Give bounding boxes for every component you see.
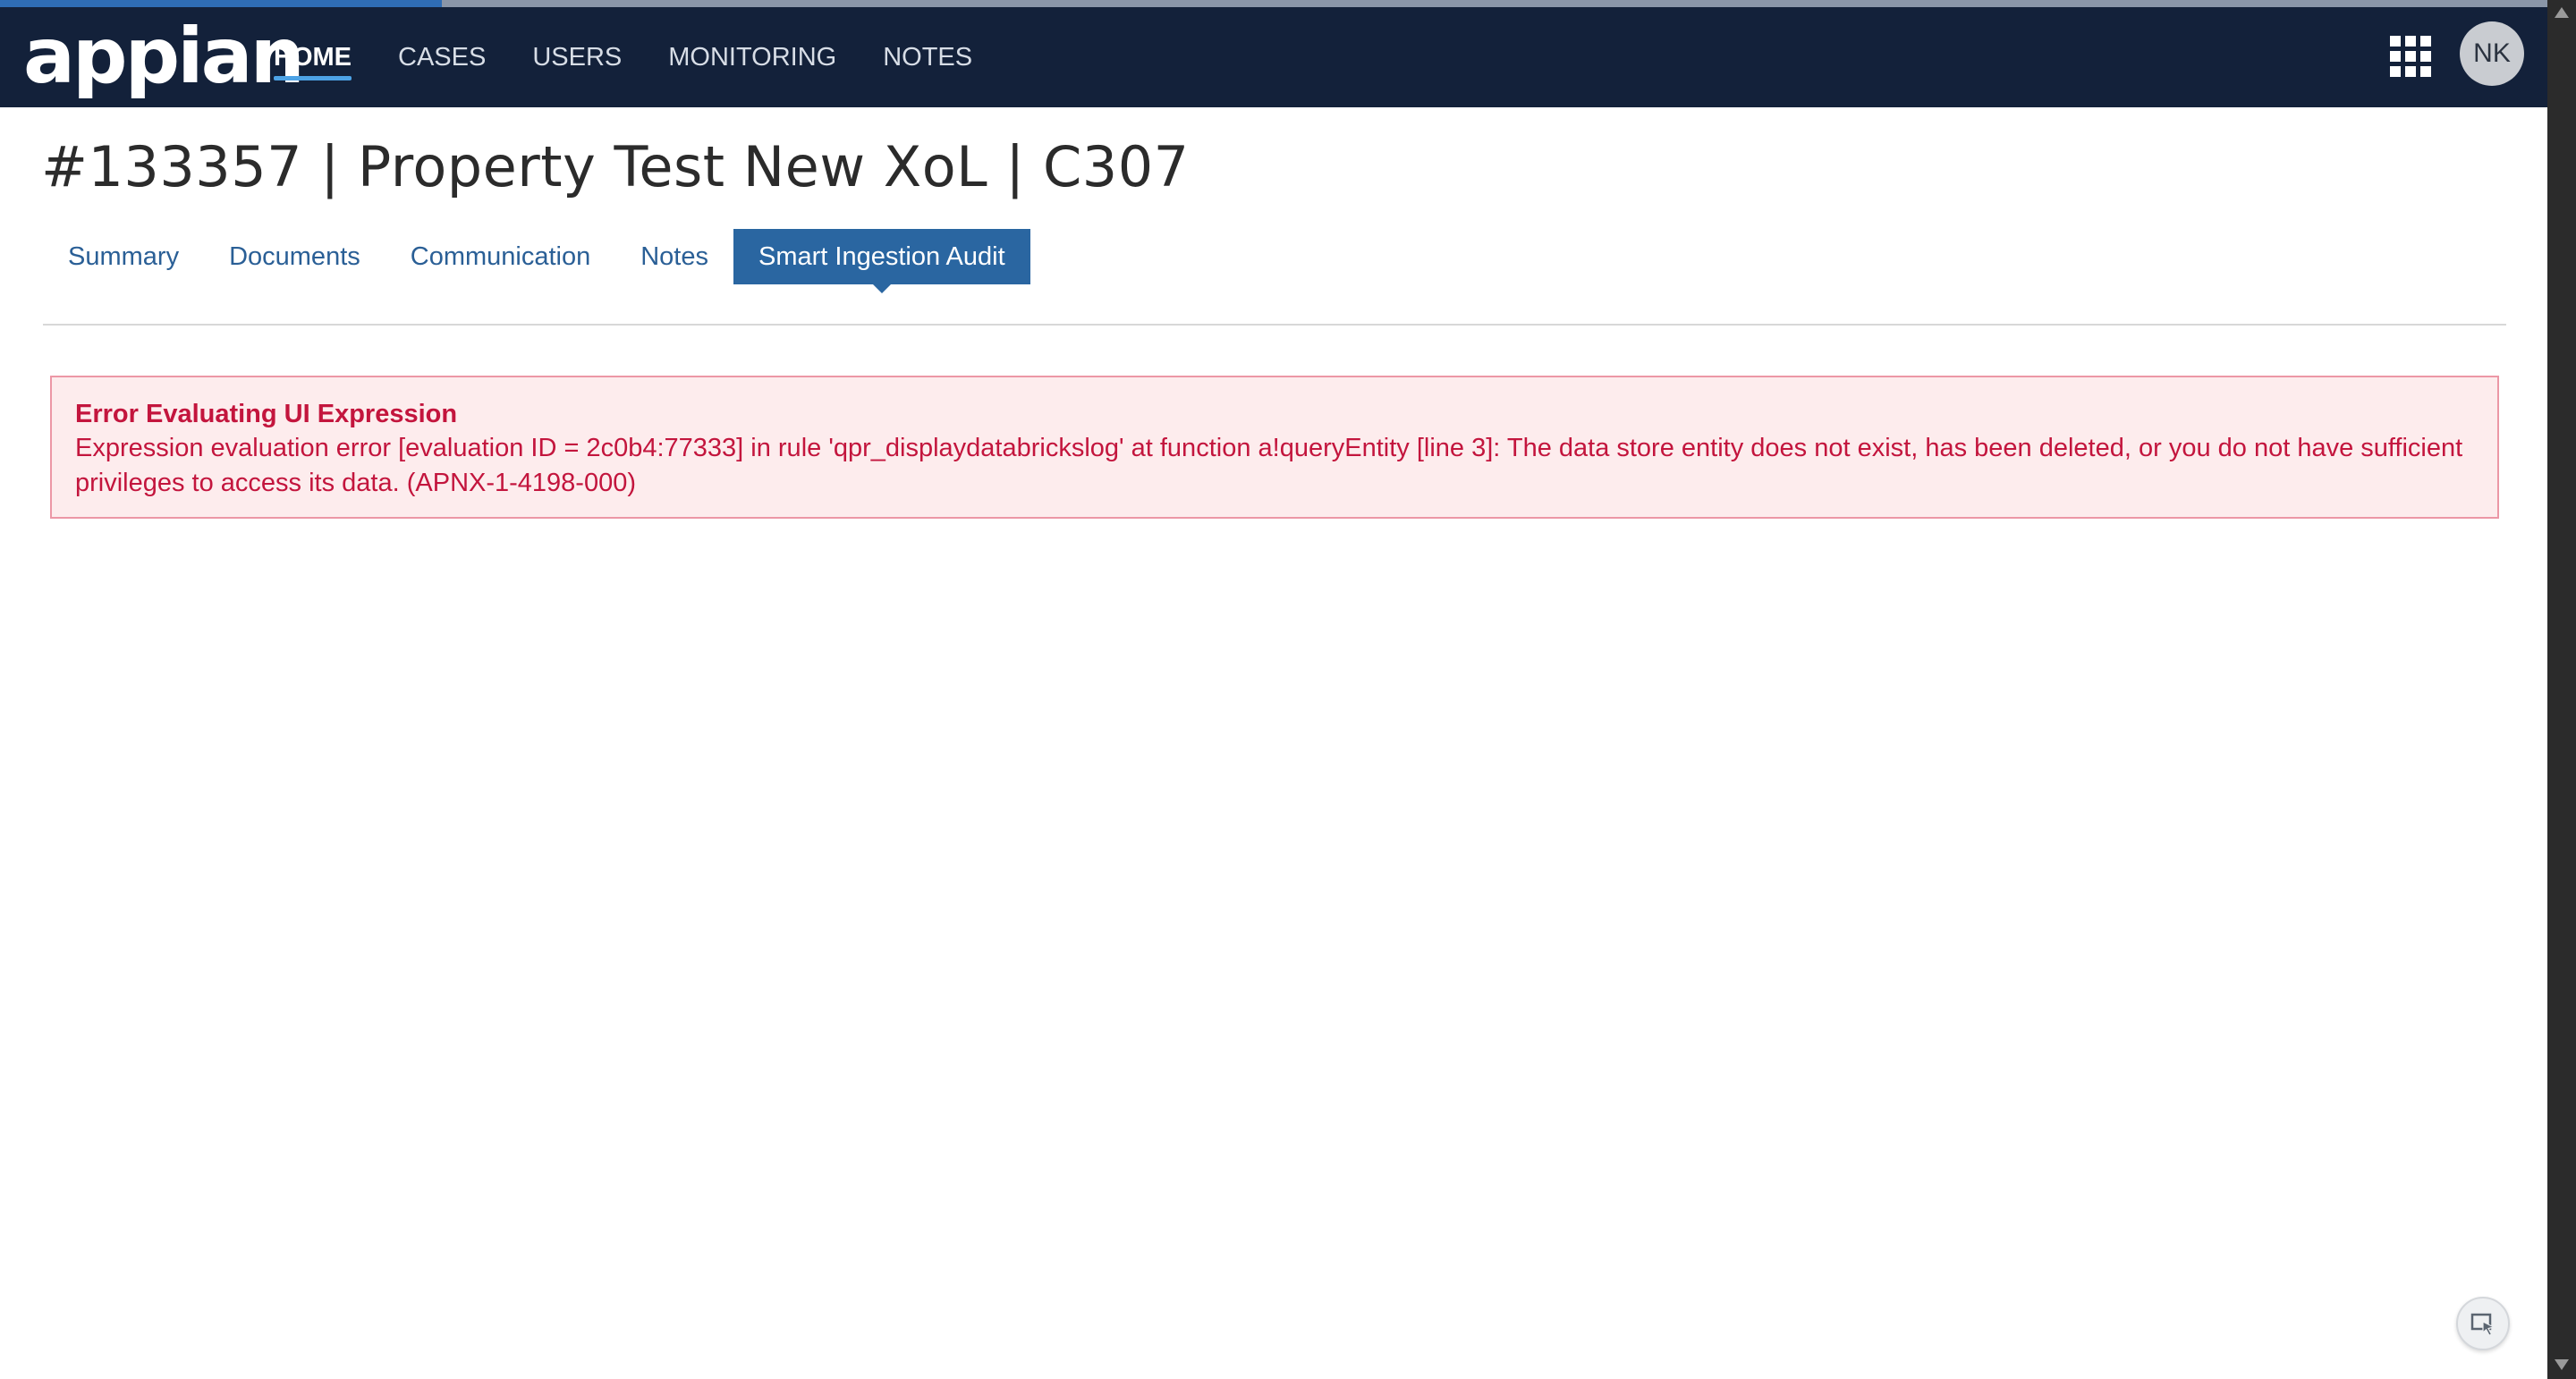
tab-smart-ingestion-audit[interactable]: Smart Ingestion Audit	[733, 229, 1030, 293]
grid-icon[interactable]	[2390, 36, 2431, 77]
scroll-down-arrow-icon[interactable]	[2555, 1359, 2569, 1370]
nav-monitoring[interactable]: MONITORING	[668, 7, 836, 107]
grid-icon-cell	[2390, 51, 2401, 62]
nav-home[interactable]: HOME	[274, 7, 352, 107]
grid-icon-cell	[2420, 36, 2431, 47]
grid-icon-cell	[2405, 51, 2416, 62]
grid-icon-cell	[2405, 36, 2416, 47]
tab-documents[interactable]: Documents	[204, 229, 386, 284]
grid-icon-cell	[2420, 66, 2431, 77]
vertical-scrollbar[interactable]	[2547, 0, 2576, 1379]
cursor-select-button[interactable]	[2456, 1297, 2510, 1350]
record-tabs: Summary Documents Communication Notes Sm…	[43, 229, 1030, 293]
main-nav: HOME CASES USERS MONITORING NOTES	[250, 7, 996, 107]
error-message: Expression evaluation error [evaluation …	[75, 434, 2463, 497]
error-title: Error Evaluating UI Expression	[75, 400, 458, 428]
tab-summary[interactable]: Summary	[43, 229, 204, 284]
nav-cases[interactable]: CASES	[398, 7, 486, 107]
loading-progress-track	[0, 0, 2547, 7]
cursor-select-icon	[2470, 1313, 2496, 1336]
nav-notes[interactable]: NOTES	[883, 7, 972, 107]
grid-icon-cell	[2390, 36, 2401, 47]
grid-icon-cell	[2390, 66, 2401, 77]
tab-communication[interactable]: Communication	[386, 229, 615, 284]
user-avatar[interactable]: NK	[2460, 21, 2524, 86]
tabs-divider	[43, 324, 2506, 326]
tab-notes[interactable]: Notes	[615, 229, 733, 284]
grid-icon-cell	[2420, 51, 2431, 62]
page-title: #133357 | Property Test New XoL | C307	[41, 134, 1190, 199]
nav-users[interactable]: USERS	[532, 7, 622, 107]
scroll-up-arrow-icon[interactable]	[2555, 7, 2569, 18]
grid-icon-cell	[2405, 66, 2416, 77]
error-message-box: Error Evaluating UI Expression Expressio…	[50, 376, 2499, 519]
loading-progress-fill	[0, 0, 442, 7]
top-navigation-bar: appian HOME CASES USERS MONITORING NOTES…	[0, 7, 2547, 107]
